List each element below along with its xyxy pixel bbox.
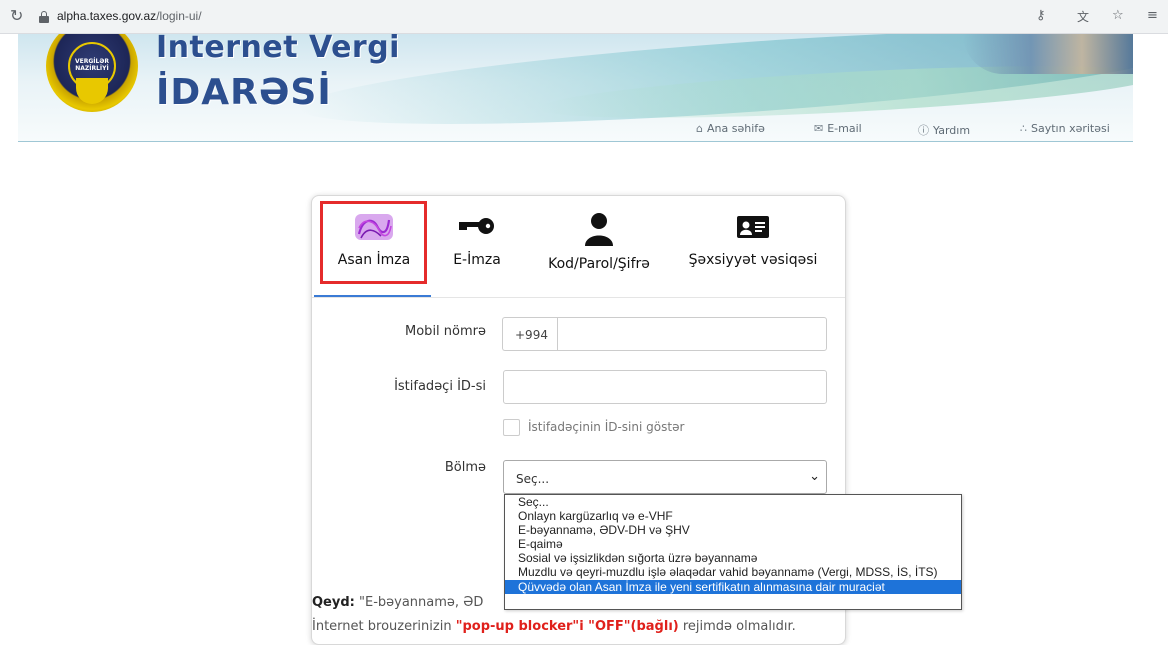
url-host: alpha.taxes.gov.az — [57, 9, 157, 23]
dropdown-option[interactable]: Seç... — [505, 495, 961, 509]
tab-kod-parol[interactable]: Kod/Parol/Şifrə — [536, 212, 662, 272]
section-dropdown-list[interactable]: Seç... Onlayn kargüzarlıq və e-VHF E-bəy… — [504, 494, 962, 610]
url-path: /login-ui/ — [156, 9, 202, 23]
ministry-emblem-logo[interactable]: VERGİLƏR NAZİRLİYİ — [46, 34, 138, 112]
note-text: rejimdə olmalıdır. — [678, 619, 796, 634]
dropdown-option[interactable]: Onlayn kargüzarlıq və e-VHF — [505, 509, 961, 523]
site-header: VERGİLƏR NAZİRLİYİ Internet Vergi İDARƏSİ… — [18, 34, 1133, 142]
lock-icon[interactable] — [39, 11, 49, 23]
tab-highlight-frame — [320, 201, 427, 284]
chevron-down-icon: ⌄ — [809, 469, 820, 484]
show-id-label[interactable]: İstifadəçinin İD-sini göstər — [528, 420, 684, 434]
nav-email-link[interactable]: ✉ E-mail — [814, 122, 862, 135]
show-id-checkbox[interactable] — [503, 419, 520, 436]
nav-home-link[interactable]: ⌂ Ana səhifə — [696, 122, 765, 135]
userid-label: İstifadəçi İD-si — [394, 379, 486, 394]
tab-label: E-İmza — [453, 252, 501, 268]
site-logo-title[interactable]: Internet Vergi — [156, 34, 400, 65]
nav-sitemap-link[interactable]: ∴ Saytın xəritəsi — [1020, 122, 1110, 135]
tab-label: Şəxsiyyət vəsiqəsi — [688, 252, 818, 268]
id-card-icon — [737, 216, 769, 238]
note-title: Qeyd: — [312, 595, 355, 610]
emblem-text-2: NAZİRLİYİ — [75, 65, 109, 72]
address-bar[interactable]: alpha.taxes.gov.az/login-ui/ — [57, 9, 202, 23]
tab-id-card[interactable]: Şəxsiyyət vəsiqəsi — [678, 212, 828, 268]
note-text: "E-bəyannamə, ƏD — [359, 595, 484, 610]
section-selected-value: Seç... — [516, 472, 550, 486]
phone-prefix: +994 — [502, 317, 557, 351]
phone-label: Mobil nömrə — [405, 324, 486, 339]
home-icon: ⌂ — [696, 122, 703, 135]
divider — [312, 297, 845, 298]
banner-photo — [963, 34, 1133, 74]
phone-input[interactable] — [557, 317, 827, 351]
note-line-2: İnternet brouzerinizin "pop-up blocker"i… — [312, 619, 845, 634]
site-logo-subtitle[interactable]: İDARƏSİ — [156, 72, 332, 113]
userid-input[interactable] — [503, 370, 827, 404]
emblem-text-1: VERGİLƏR — [74, 58, 110, 65]
user-icon — [585, 213, 613, 246]
translate-icon[interactable]: 文 — [1077, 8, 1089, 25]
nav-help-link[interactable]: ⓘ Yardım — [918, 122, 970, 138]
dropdown-option[interactable]: Sosial və işsizlikdən sığorta üzrə bəyan… — [505, 551, 961, 565]
note-text: İnternet brouzerinizin — [312, 619, 456, 634]
dropdown-option[interactable]: E-qaimə — [505, 537, 961, 551]
tab-label: Kod/Parol/Şifrə — [548, 256, 650, 272]
menu-icon[interactable]: ≡ — [1147, 8, 1158, 23]
dropdown-option[interactable]: E-bəyannamə, ƏDV-DH və ŞHV — [505, 523, 961, 537]
section-label: Bölmə — [444, 460, 486, 475]
key-icon — [459, 218, 494, 234]
section-select[interactable]: Seç... ⌄ — [503, 460, 827, 494]
sitemap-icon: ∴ — [1020, 122, 1027, 135]
key-icon[interactable]: ⚷ — [1036, 8, 1046, 23]
help-icon: ⓘ — [918, 124, 929, 137]
tab-e-imza[interactable]: E-İmza — [442, 212, 512, 268]
dropdown-option-highlighted[interactable]: Qüvvədə olan Asan İmza ile yeni sertifik… — [505, 579, 961, 594]
reload-icon[interactable]: ↻ — [10, 6, 23, 25]
browser-toolbar: ↻ alpha.taxes.gov.az/login-ui/ ⚷ 文 ☆ ≡ — [0, 0, 1168, 34]
mail-icon: ✉ — [814, 122, 824, 135]
dropdown-option[interactable]: Muzdlu və qeyri-muzdlu işlə əlaqədar vah… — [505, 565, 961, 579]
note-warning: "pop-up blocker"i "OFF"(bağlı) — [455, 619, 679, 634]
star-icon[interactable]: ☆ — [1112, 8, 1124, 23]
